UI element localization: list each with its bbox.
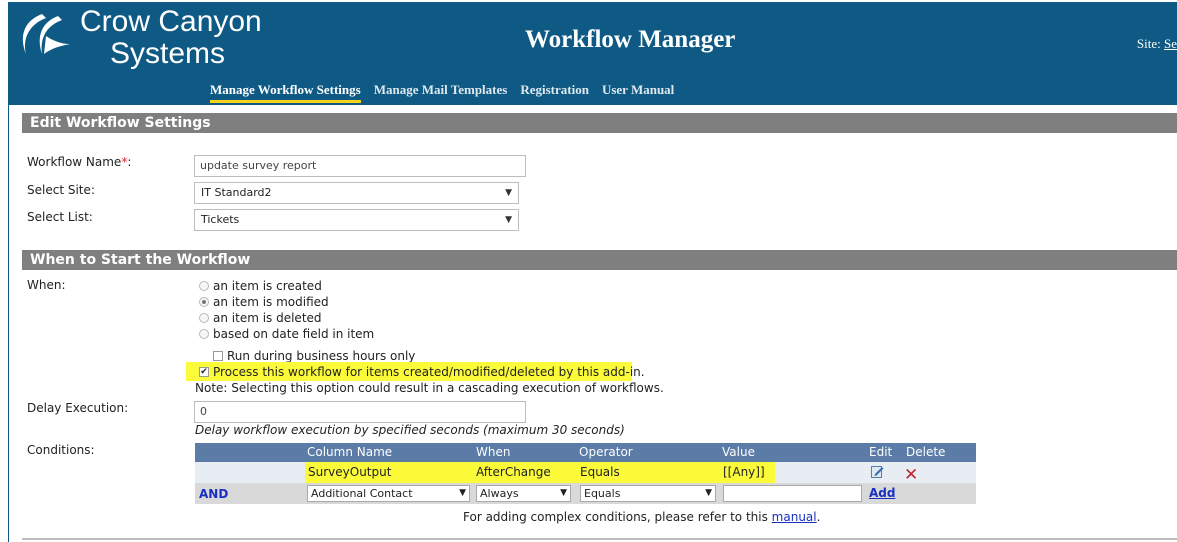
delay-execution-label: Delay Execution:	[27, 401, 129, 415]
radio-button[interactable]	[199, 329, 209, 339]
new-operator-select[interactable]: Equals ▼	[580, 485, 716, 502]
radio-date-field[interactable]: based on date field in item	[199, 327, 374, 341]
new-when-select[interactable]: Always ▼	[476, 485, 571, 502]
manual-link[interactable]: manual	[772, 510, 817, 524]
conditions-table: Column Name When Operator Value Edit Del…	[195, 443, 976, 504]
col-header-when: When	[476, 445, 511, 459]
edit-icon[interactable]	[871, 465, 884, 478]
process-add-in-option[interactable]: ✔ Process this workflow for items create…	[199, 365, 645, 379]
radio-item-deleted[interactable]: an item is deleted	[199, 311, 322, 325]
site-label: Site:	[1136, 36, 1161, 51]
col-header-column-name: Column Name	[307, 445, 393, 459]
radio-item-created[interactable]: an item is created	[199, 279, 322, 293]
delay-hint: Delay workflow execution by specified se…	[195, 423, 625, 437]
frame-border	[8, 105, 9, 542]
new-column-select[interactable]: Additional Contact ▼	[307, 485, 470, 502]
col-header-delete: Delete	[906, 445, 946, 459]
chevron-down-icon: ▼	[505, 215, 512, 225]
app-header: Crow Canyon Systems Workflow Manager Sit…	[8, 2, 1177, 105]
brand-line-2: Systems	[110, 37, 226, 70]
select-list-label: Select List:	[27, 210, 93, 224]
nav-manage-mail-templates[interactable]: Manage Mail Templates	[374, 82, 508, 103]
cascading-note: Note: Selecting this option could result…	[195, 381, 664, 395]
brand-name: Crow Canyon Systems	[80, 6, 262, 70]
new-value-input[interactable]	[723, 485, 862, 502]
nav-user-manual[interactable]: User Manual	[602, 82, 674, 103]
select-list-dropdown[interactable]: Tickets ▼	[194, 209, 519, 231]
chevron-down-icon: ▼	[505, 188, 512, 198]
select-site-label: Select Site:	[27, 183, 95, 197]
delay-execution-input[interactable]: 0	[194, 401, 526, 423]
site-indicator: Site: Se	[1137, 36, 1177, 52]
when-label: When:	[27, 278, 66, 292]
page-title: Workflow Manager	[525, 26, 736, 53]
business-hours-checkbox[interactable]	[213, 351, 223, 361]
cell-value: [[Any]]	[723, 465, 765, 479]
crow-canyon-logo-icon	[22, 14, 70, 54]
select-list-value: Tickets	[201, 213, 240, 226]
process-add-in-checkbox[interactable]: ✔	[199, 367, 209, 377]
top-nav: Manage Workflow Settings Manage Mail Tem…	[210, 82, 674, 103]
workflow-name-label: Workflow Name*:	[27, 155, 132, 169]
section-edit-workflow-settings: Edit Workflow Settings	[22, 113, 1177, 133]
chevron-down-icon: ▼	[560, 488, 567, 498]
nav-manage-workflow-settings[interactable]: Manage Workflow Settings	[210, 82, 361, 103]
add-condition-link[interactable]: Add	[869, 486, 895, 500]
chevron-down-icon: ▼	[459, 488, 466, 498]
new-condition-row: AND Additional Contact ▼ Always ▼ Equals…	[195, 483, 976, 504]
select-site-value: IT Standard2	[201, 186, 272, 199]
cell-when: AfterChange	[476, 465, 551, 479]
radio-button[interactable]	[199, 297, 209, 307]
radio-item-modified[interactable]: an item is modified	[199, 295, 329, 309]
workflow-name-input[interactable]: update survey report	[194, 155, 526, 177]
nav-registration[interactable]: Registration	[520, 82, 589, 103]
col-header-edit: Edit	[869, 445, 893, 459]
divider	[22, 538, 1177, 540]
radio-button[interactable]	[199, 313, 209, 323]
chevron-down-icon: ▼	[705, 488, 712, 498]
select-site-dropdown[interactable]: IT Standard2 ▼	[194, 182, 519, 204]
business-hours-option[interactable]: Run during business hours only	[213, 349, 415, 363]
radio-button[interactable]	[199, 281, 209, 291]
conditions-header: Column Name When Operator Value Edit Del…	[195, 443, 976, 462]
section-when-to-start: When to Start the Workflow	[22, 250, 1177, 270]
cell-operator: Equals	[580, 465, 620, 479]
cell-column-name: SurveyOutput	[308, 465, 392, 479]
col-header-value: Value	[722, 445, 755, 459]
and-label: AND	[199, 487, 229, 501]
conditions-label: Conditions:	[27, 443, 95, 457]
site-link[interactable]: Se	[1164, 36, 1177, 51]
brand-line-1: Crow Canyon	[80, 5, 262, 38]
table-row: SurveyOutput AfterChange Equals [[Any]] …	[195, 462, 976, 485]
col-header-operator: Operator	[579, 445, 633, 459]
delete-icon[interactable]: ✕	[904, 465, 918, 485]
complex-conditions-note: For adding complex conditions, please re…	[463, 510, 821, 524]
